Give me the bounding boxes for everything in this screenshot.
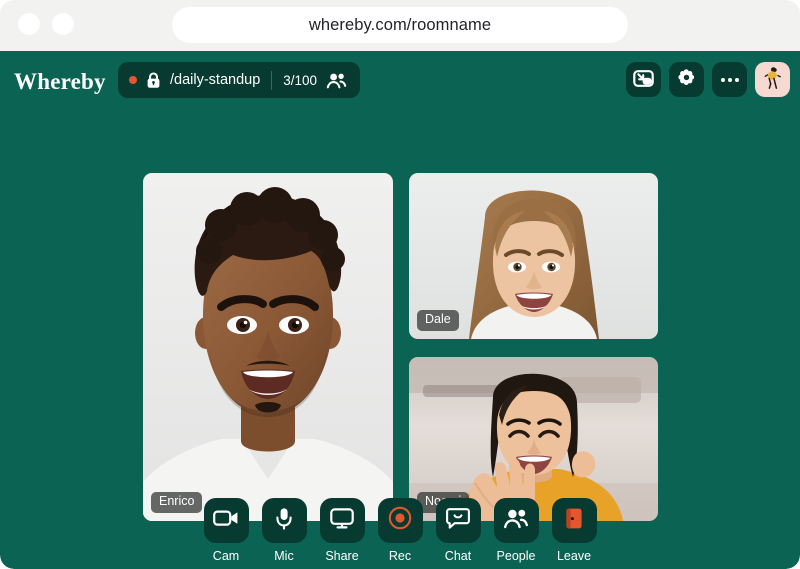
ellipsis-icon <box>720 77 739 82</box>
close-dot[interactable] <box>18 13 40 35</box>
lock-icon <box>146 71 161 89</box>
share-label: Share <box>325 549 359 563</box>
share-button[interactable] <box>319 498 365 543</box>
screen-share-icon <box>330 507 354 534</box>
video-tile-noemi[interactable]: Noemi <box>409 357 658 521</box>
record-icon <box>388 506 412 535</box>
gear-icon <box>676 68 697 92</box>
picture-in-picture-icon <box>633 69 654 91</box>
browser-window: whereby.com/roomname Whereby /daily-stan… <box>0 0 800 569</box>
video-stage: Enrico Dale <box>0 109 800 529</box>
chat-bubble-icon <box>446 507 470 535</box>
toolbar-item-share[interactable]: Share <box>319 498 365 563</box>
whereby-app: Whereby /daily-standup 3/100 Enrico Dale… <box>0 51 800 569</box>
participant-count-label: 3/100 <box>283 72 318 88</box>
browser-chrome: whereby.com/roomname <box>0 0 800 51</box>
toolbar-item-rec[interactable]: Rec <box>377 498 423 563</box>
minimize-dot[interactable] <box>52 13 74 35</box>
app-header: Whereby /daily-standup 3/100 <box>0 51 800 109</box>
profile-avatar-button[interactable] <box>755 62 790 97</box>
people-button[interactable] <box>493 498 539 543</box>
people-label: People <box>496 549 536 563</box>
video-tile-main[interactable]: Enrico <box>143 173 393 521</box>
picture-in-picture-button[interactable] <box>626 62 661 97</box>
leave-label: Leave <box>556 549 592 563</box>
cam-label: Cam <box>212 549 240 563</box>
leave-button[interactable] <box>551 498 597 543</box>
settings-button[interactable] <box>669 62 704 97</box>
mic-label: Mic <box>274 549 294 563</box>
recording-indicator-dot <box>129 76 137 84</box>
address-bar[interactable]: whereby.com/roomname <box>172 7 628 43</box>
pill-divider <box>271 70 273 90</box>
toolbar-item-chat[interactable]: Chat <box>435 498 481 563</box>
toolbar-item-people[interactable]: People <box>493 498 539 563</box>
video-camera-icon <box>213 508 239 533</box>
leave-door-icon <box>564 507 584 535</box>
people-icon <box>503 508 529 534</box>
participant-name-badge: Dale <box>417 310 459 331</box>
toolbar-item-leave[interactable]: Leave <box>551 498 597 563</box>
toolbar-item-mic[interactable]: Mic <box>261 498 307 563</box>
window-controls <box>18 13 74 35</box>
video-tile-dale[interactable]: Dale <box>409 173 658 339</box>
room-info-pill[interactable]: /daily-standup 3/100 <box>118 62 361 98</box>
microphone-icon <box>274 507 294 535</box>
avatar-icon <box>761 65 785 94</box>
rec-label: Rec <box>388 549 412 563</box>
rec-button[interactable] <box>377 498 423 543</box>
mic-button[interactable] <box>261 498 307 543</box>
cam-button[interactable] <box>203 498 249 543</box>
more-options-button[interactable] <box>712 62 747 97</box>
header-actions <box>626 62 790 97</box>
people-icon <box>326 72 347 89</box>
toolbar-item-cam[interactable]: Cam <box>203 498 249 563</box>
address-bar-url: whereby.com/roomname <box>308 15 492 34</box>
whereby-logo: Whereby <box>14 69 106 94</box>
video-feed-enrico <box>143 173 393 521</box>
call-toolbar: Cam Mic Share Rec Chat People Leave <box>0 498 800 563</box>
chat-label: Chat <box>444 549 472 563</box>
room-name-label: /daily-standup <box>170 72 261 88</box>
chat-button[interactable] <box>435 498 481 543</box>
